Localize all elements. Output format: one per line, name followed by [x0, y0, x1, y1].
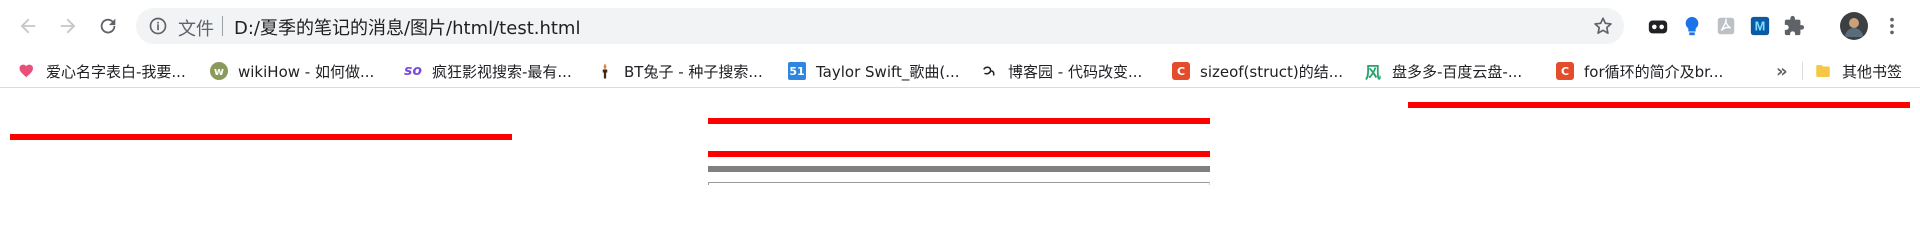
chevron-double-right-icon: » [1776, 60, 1788, 82]
horizontal-rule-red [10, 134, 512, 140]
bookmark-label: for循环的简介及br... [1584, 62, 1724, 81]
cnblogs-icon [983, 66, 995, 76]
bookmark-item[interactable]: C sizeof(struct)的结... [1172, 60, 1343, 82]
bookmark-label: 博客园 - 代码改变... [1008, 62, 1143, 81]
horizontal-rule-red [708, 151, 1210, 157]
bookmark-label: 爱心名字表白-我要... [46, 62, 186, 81]
browser-toolbar: 文件 D:/夏季的笔记的消息/图片/html/test.html M [0, 0, 1920, 52]
info-icon[interactable] [148, 16, 168, 36]
bookmark-item[interactable]: 爱心名字表白-我要... [18, 60, 186, 82]
heart-icon [19, 64, 33, 78]
menu-icon[interactable] [1880, 14, 1904, 38]
wikihow-icon: w [210, 62, 228, 80]
bookmark-item[interactable]: BT兔子 - 种子搜索... [596, 60, 763, 82]
bookmark-item[interactable]: 51 Taylor Swift_歌曲(... [788, 60, 960, 82]
bookmark-item[interactable]: so 疯狂影视搜索-最有... [404, 60, 572, 82]
bookmark-item[interactable]: w wikiHow - 如何做... [210, 60, 374, 82]
cat-ext-icon[interactable] [1646, 14, 1670, 38]
reload-icon [100, 18, 116, 34]
address-bar[interactable]: 文件 D:/夏季的笔记的消息/图片/html/test.html [136, 8, 1624, 44]
horizontal-rule-gray [708, 166, 1210, 172]
pdf-ext-icon[interactable] [1714, 14, 1738, 38]
other-bookmarks-button[interactable]: 其他书签 [1814, 60, 1902, 82]
csdn-icon: C [1556, 62, 1574, 80]
so-icon: so [404, 63, 422, 79]
torch-icon [602, 63, 608, 79]
bookmark-label: 盘多多-百度云盘-... [1392, 62, 1523, 81]
bookmark-item[interactable]: 博客园 - 代码改变... [980, 60, 1142, 82]
bookmark-label: wikiHow - 如何做... [238, 62, 375, 81]
bookmark-label: Taylor Swift_歌曲(... [816, 62, 960, 81]
arrow-right-icon [60, 18, 76, 34]
bookmarks-overflow-button[interactable]: » [1776, 60, 1788, 82]
bookmark-label: sizeof(struct)的结... [1200, 62, 1344, 81]
horizontal-rule-red [708, 118, 1210, 124]
bookmark-item[interactable]: 风 盘多多-百度云盘-... [1364, 60, 1523, 83]
forward-button[interactable] [54, 12, 82, 40]
star-icon[interactable] [1592, 15, 1614, 37]
back-button[interactable] [14, 12, 42, 40]
page-content [0, 88, 1920, 236]
m-ext-icon[interactable]: M [1748, 14, 1772, 38]
bookmark-item[interactable]: C for循环的简介及br... [1556, 60, 1723, 82]
omnibox-separator [222, 16, 223, 36]
wind-icon: 风 [1364, 63, 1381, 82]
url-text[interactable]: D:/夏季的笔记的消息/图片/html/test.html [234, 14, 580, 40]
bookmarks-divider [1802, 62, 1803, 80]
bookmark-label: 疯狂影视搜索-最有... [432, 62, 572, 81]
puzzle-icon[interactable] [1782, 14, 1806, 38]
scheme-label: 文件 [178, 19, 214, 40]
folder-icon [1816, 65, 1830, 77]
bulb-ext-icon[interactable] [1680, 14, 1704, 38]
bookmark-label: BT兔子 - 种子搜索... [624, 62, 763, 81]
svg-text:M: M [1755, 19, 1766, 34]
arrow-left-icon [20, 18, 36, 34]
reload-button[interactable] [94, 12, 122, 40]
csdn-icon: C [1172, 62, 1190, 80]
horizontal-rule-inset [708, 182, 1210, 185]
bookmark-label: 其他书签 [1842, 62, 1903, 81]
51-icon: 51 [788, 62, 806, 80]
horizontal-rule-red [1408, 102, 1910, 108]
bookmarks-bar: 爱心名字表白-我要... w wikiHow - 如何做... so 疯狂影视搜… [0, 52, 1920, 88]
avatar[interactable] [1840, 12, 1868, 40]
